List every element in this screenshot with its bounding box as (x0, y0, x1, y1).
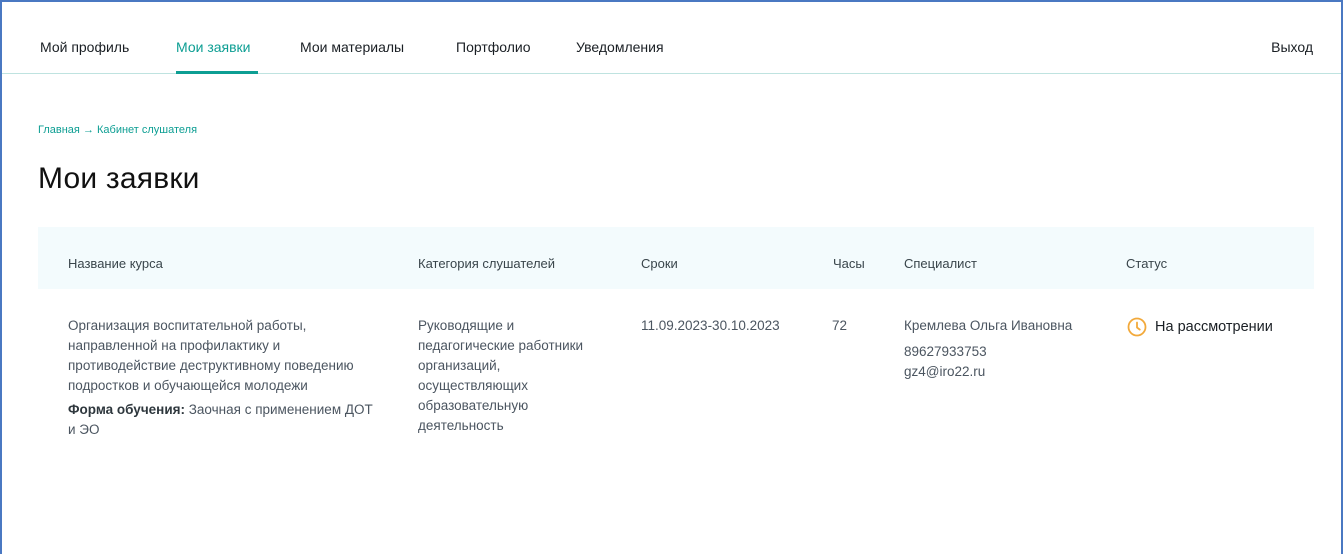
breadcrumb-current[interactable]: Кабинет слушателя (97, 124, 197, 136)
hours-cell: 72 (832, 318, 848, 333)
dates-cell: 11.09.2023-30.10.2023 (641, 318, 780, 333)
header-specialist: Специалист (904, 256, 977, 271)
table-header: Название курса Категория слушателей Срок… (38, 227, 1314, 289)
app-frame: Мой профиль Мои заявки Мои материалы Пор… (0, 0, 1343, 554)
status-text: На рассмотрении (1155, 319, 1273, 335)
header-category: Категория слушателей (418, 256, 556, 271)
specialist-email[interactable]: gz4@iro22.ru (904, 362, 1072, 382)
breadcrumb-separator: → (82, 124, 94, 136)
header-hours: Часы (833, 256, 865, 271)
logout-link[interactable]: Выход (1271, 39, 1313, 55)
course-name-cell: Организация воспитательной работы, напра… (68, 316, 373, 440)
nav-item-notifications[interactable]: Уведомления (576, 39, 664, 55)
specialist-phone: 89627933753 (904, 344, 987, 359)
active-tab-indicator (176, 71, 258, 74)
header-status: Статус (1126, 256, 1168, 271)
nav-item-my-profile[interactable]: Мой профиль (40, 39, 129, 55)
header-dates: Сроки (641, 256, 678, 271)
breadcrumb: Главная → Кабинет слушателя (38, 124, 197, 136)
header-course-name: Название курса (68, 256, 163, 271)
nav-item-portfolio[interactable]: Портфолио (456, 39, 531, 55)
study-form-label: Форма обучения: (68, 402, 185, 417)
clock-icon (1127, 317, 1147, 337)
nav-item-my-applications[interactable]: Мои заявки (176, 39, 250, 55)
specialist-name: Кремлева Ольга Ивановна (904, 318, 1073, 333)
category-cell: Руководящие и педагогические работники о… (418, 318, 584, 433)
top-navigation: Мой профиль Мои заявки Мои материалы Пор… (2, 2, 1341, 74)
page-title: Мои заявки (38, 162, 200, 195)
status-badge: На рассмотрении (1127, 317, 1273, 337)
breadcrumb-home[interactable]: Главная (38, 124, 80, 136)
course-name[interactable]: Организация воспитательной работы, напра… (68, 316, 373, 396)
specialist-cell: Кремлева Ольга Ивановна 89627933753 gz4@… (904, 316, 1072, 382)
study-form: Форма обучения: Заочная с применением ДО… (68, 400, 373, 440)
nav-item-my-materials[interactable]: Мои материалы (300, 39, 404, 55)
